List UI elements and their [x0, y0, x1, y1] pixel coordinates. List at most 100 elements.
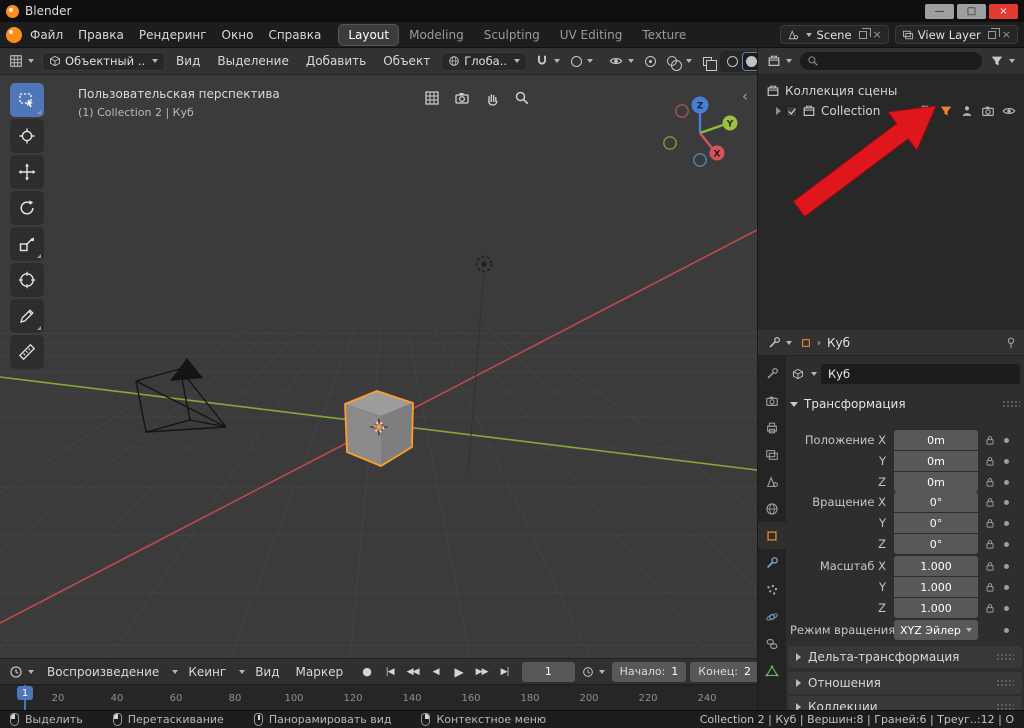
- move-view-button[interactable]: [480, 87, 504, 109]
- close-button[interactable]: ×: [989, 4, 1018, 19]
- navigation-gizmo[interactable]: Z Y X: [646, 83, 750, 169]
- tool-cursor[interactable]: [10, 119, 44, 153]
- playhead-marker[interactable]: 1: [17, 686, 33, 700]
- shading-solid-button[interactable]: [743, 53, 757, 70]
- toggle-perspective-button[interactable]: [420, 87, 444, 109]
- unlink-scene-icon[interactable]: ×: [873, 28, 882, 41]
- location-x-field[interactable]: 0m: [894, 430, 978, 450]
- menu-edit[interactable]: Правка: [71, 25, 131, 45]
- tab-particles[interactable]: [758, 576, 786, 603]
- restrict-select-icon[interactable]: [960, 104, 974, 118]
- xray-toggle[interactable]: [700, 55, 715, 68]
- lock-icon[interactable]: [984, 602, 996, 614]
- gizmo-neg-z-ball[interactable]: [694, 154, 706, 166]
- tab-object-data[interactable]: [758, 657, 786, 684]
- viewport-canvas[interactable]: [0, 75, 757, 658]
- restrict-render-icon[interactable]: [981, 104, 995, 118]
- menu-view[interactable]: Вид: [170, 52, 206, 70]
- tool-move[interactable]: [10, 155, 44, 189]
- hide-viewport-eye-icon[interactable]: [1002, 104, 1016, 118]
- outliner-row-collection[interactable]: Collection: [762, 101, 1020, 121]
- menu-select[interactable]: Выделение: [211, 52, 294, 70]
- menu-playback[interactable]: Воспроизведение: [41, 663, 165, 681]
- view-layer-selector[interactable]: View Layer ×: [895, 25, 1018, 44]
- workspace-tab-texture[interactable]: Texture: [633, 25, 695, 45]
- outliner-filter-button[interactable]: [987, 52, 1018, 70]
- jump-to-start-button[interactable]: |◀: [380, 662, 399, 682]
- tab-physics[interactable]: [758, 603, 786, 630]
- mode-selector[interactable]: Объектный ..: [42, 52, 165, 71]
- timeline-editor-type-button[interactable]: [6, 663, 37, 681]
- tab-tool[interactable]: [758, 360, 786, 387]
- scale-x-field[interactable]: 1.000: [894, 556, 978, 576]
- new-view-layer-icon[interactable]: [988, 31, 996, 39]
- lock-icon[interactable]: [984, 476, 996, 488]
- frame-start-field[interactable]: Начало: 1: [612, 662, 687, 682]
- menu-add[interactable]: Добавить: [300, 52, 372, 70]
- prev-keyframe-button[interactable]: ◀◀: [403, 662, 422, 682]
- animate-dot[interactable]: [1004, 521, 1009, 526]
- frame-end-field[interactable]: Конец: 2: [690, 662, 757, 682]
- tool-select-box[interactable]: [10, 83, 44, 117]
- play-reverse-button[interactable]: ◀: [426, 662, 445, 682]
- animate-dot[interactable]: [1004, 606, 1009, 611]
- panel-relations[interactable]: Отношения: [788, 672, 1022, 694]
- animate-dot[interactable]: [1004, 564, 1009, 569]
- collection-exclude-icon[interactable]: [918, 104, 932, 118]
- record-button[interactable]: ●: [357, 662, 376, 682]
- tab-output[interactable]: [758, 414, 786, 441]
- new-scene-icon[interactable]: [859, 31, 867, 39]
- outliner-editor-type-button[interactable]: [764, 52, 795, 70]
- outliner-search-input[interactable]: [800, 52, 982, 70]
- visibility-toggle[interactable]: [606, 52, 637, 70]
- menu-keying[interactable]: Кеинг: [182, 663, 232, 681]
- properties-editor-type-button[interactable]: [764, 334, 795, 352]
- editor-type-button[interactable]: [6, 52, 37, 70]
- scale-y-field[interactable]: 1.000: [894, 577, 978, 597]
- panel-grip-icon[interactable]: [1002, 400, 1020, 408]
- transform-panel-header[interactable]: Трансформация: [790, 394, 1020, 414]
- lock-icon[interactable]: [984, 496, 996, 508]
- blender-menu-icon[interactable]: [6, 27, 22, 43]
- lock-icon[interactable]: [984, 455, 996, 467]
- transform-orientation-selector[interactable]: Глоба..: [441, 52, 527, 71]
- disclosure-icon[interactable]: [776, 107, 781, 115]
- location-y-field[interactable]: 0m: [894, 451, 978, 471]
- tab-scene[interactable]: [758, 468, 786, 495]
- location-z-field[interactable]: 0m: [894, 472, 978, 492]
- workspace-tab-layout[interactable]: Layout: [339, 25, 398, 45]
- panel-grip-icon[interactable]: [996, 679, 1014, 687]
- tool-annotate[interactable]: [10, 299, 44, 333]
- viewport-3d[interactable]: Пользовательская перспектива (1) Collect…: [0, 75, 757, 658]
- menu-render[interactable]: Рендеринг: [132, 25, 214, 45]
- workspace-tab-uvediting[interactable]: UV Editing: [551, 25, 632, 45]
- lock-icon[interactable]: [984, 581, 996, 593]
- workspace-tab-sculpting[interactable]: Sculpting: [475, 25, 549, 45]
- show-overlays-toggle[interactable]: [664, 54, 695, 68]
- minimize-button[interactable]: —: [925, 4, 954, 19]
- collection-checkbox[interactable]: [786, 106, 797, 117]
- animate-dot[interactable]: [1004, 585, 1009, 590]
- pin-icon[interactable]: [1004, 336, 1018, 350]
- tool-rotate[interactable]: [10, 191, 44, 225]
- current-frame-field[interactable]: 1: [522, 662, 574, 682]
- tab-view-layer[interactable]: [758, 441, 786, 468]
- lock-icon[interactable]: [984, 434, 996, 446]
- animate-dot[interactable]: [1004, 459, 1009, 464]
- lock-icon[interactable]: [984, 517, 996, 529]
- snap-toggle[interactable]: [532, 52, 563, 70]
- filter-funnel-icon[interactable]: [939, 104, 953, 118]
- lock-icon[interactable]: [984, 560, 996, 572]
- menu-file[interactable]: Файл: [23, 25, 70, 45]
- jump-to-end-button[interactable]: ▶|: [495, 662, 514, 682]
- tab-object[interactable]: [758, 522, 786, 549]
- panel-delta-transform[interactable]: Дельта-трансформация: [788, 646, 1022, 668]
- zoom-view-button[interactable]: [510, 87, 534, 109]
- tool-measure[interactable]: [10, 335, 44, 369]
- play-button[interactable]: ▶: [449, 662, 468, 682]
- tab-modifiers[interactable]: [758, 549, 786, 576]
- maximize-button[interactable]: □: [957, 4, 986, 19]
- animate-dot[interactable]: [1004, 480, 1009, 485]
- panel-grip-icon[interactable]: [996, 653, 1014, 661]
- menu-timeline-view[interactable]: Вид: [249, 663, 285, 681]
